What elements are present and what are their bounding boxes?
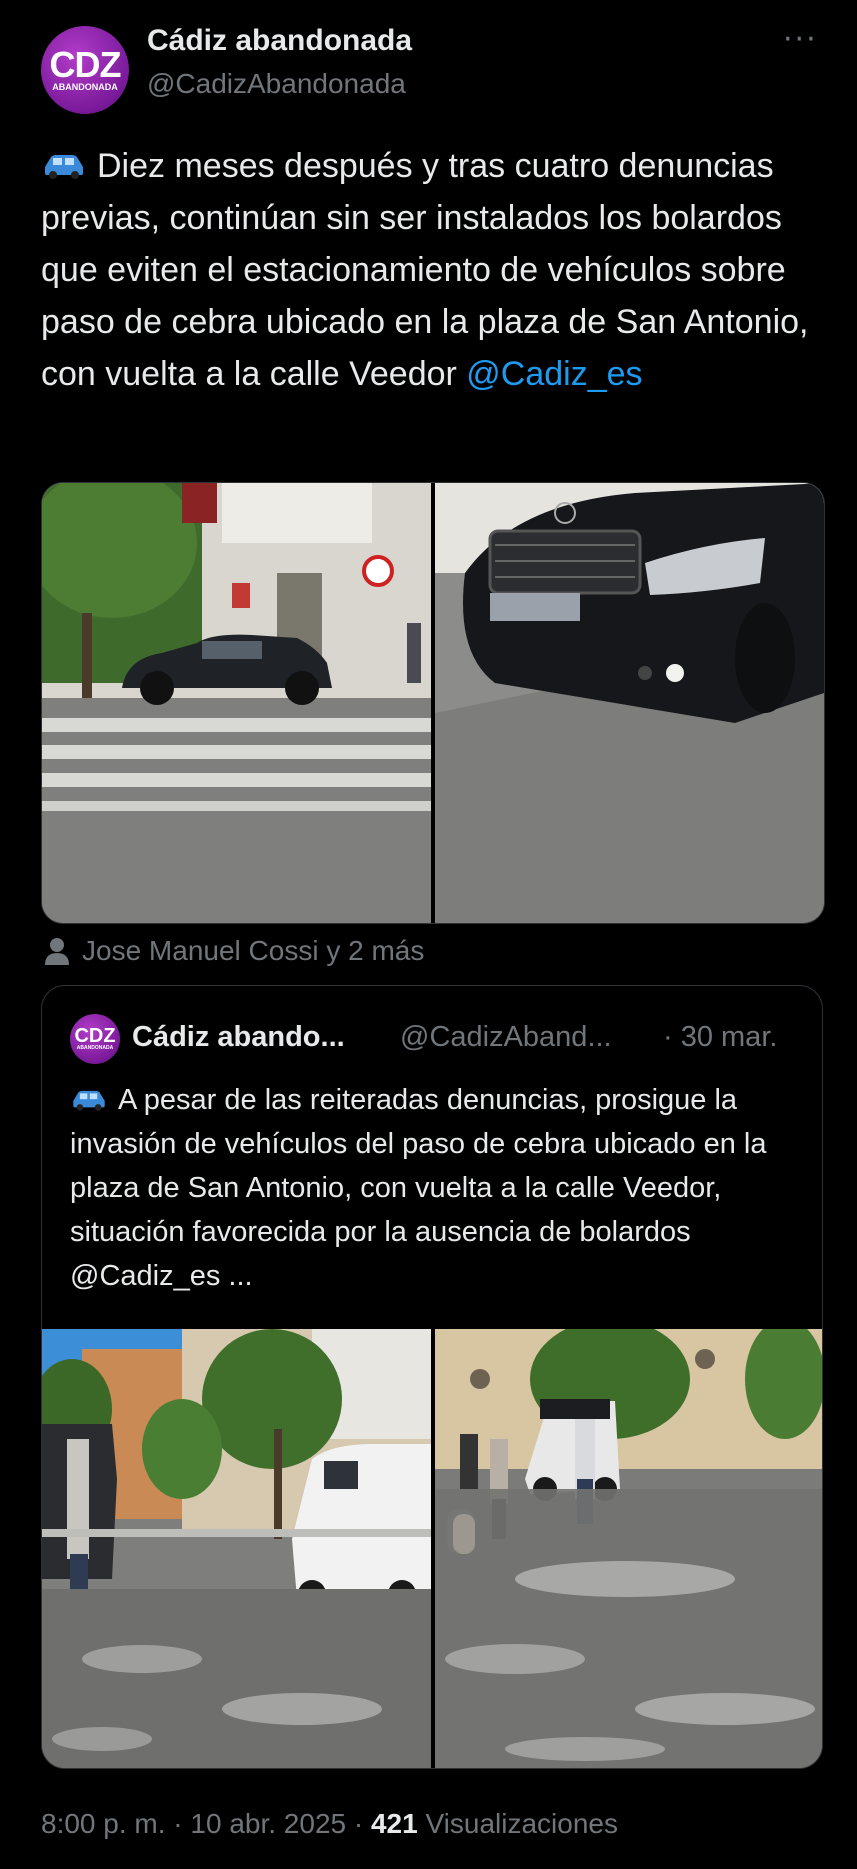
- display-name[interactable]: Cádiz abandonada: [147, 24, 412, 58]
- quoted-tweet[interactable]: CDZ ABANDONADA Cádiz abando... @CadizAba…: [41, 985, 823, 1769]
- tweet-meta: 8:00 p. m. · 10 abr. 2025 · 421 Visualiz…: [41, 1808, 618, 1840]
- photo-car-closeup[interactable]: [435, 483, 824, 923]
- tagged-users[interactable]: Jose Manuel Cossi y 2 más: [44, 935, 424, 967]
- avatar-logo-subtext: ABANDONADA: [52, 82, 118, 92]
- quote-text: A pesar de las reiteradas denuncias, pro…: [70, 1078, 810, 1298]
- quote-avatar-logo-subtext: ABANDONADA: [76, 1045, 114, 1051]
- quote-media-grid[interactable]: [42, 1329, 822, 1768]
- car-closeup-image: [435, 483, 824, 923]
- tweet-text: Diez meses después y tras cuatro denunci…: [41, 140, 821, 400]
- van-street-image: [42, 1329, 431, 1768]
- quote-handle: @CadizAband...: [400, 1021, 612, 1053]
- tweet-body: Diez meses después y tras cuatro denunci…: [41, 147, 809, 393]
- quote-display-name: Cádiz abando...: [132, 1021, 345, 1053]
- mention-link[interactable]: @Cadiz_es: [466, 355, 642, 393]
- more-options-icon[interactable]: ···: [783, 22, 818, 57]
- avatar-logo-text: CDZ: [49, 44, 122, 85]
- profile-avatar[interactable]: CDZ ABANDONADA: [41, 26, 129, 114]
- car-emoji-icon: [45, 155, 83, 179]
- photo-plaza-car[interactable]: [435, 1329, 822, 1768]
- user-handle[interactable]: @CadizAbandonada: [147, 68, 406, 100]
- quote-mention: @Cadiz_es: [70, 1260, 221, 1292]
- photo-van-street[interactable]: [42, 1329, 431, 1768]
- quote-avatar-logo-text: CDZ: [74, 1025, 116, 1047]
- quote-car-emoji-icon: [73, 1090, 105, 1111]
- quote-ellipsis: ...: [220, 1260, 253, 1292]
- views-label: Visualizaciones: [417, 1808, 618, 1839]
- quote-body: A pesar de las reiteradas denuncias, pro…: [70, 1084, 767, 1248]
- quote-avatar: CDZ ABANDONADA: [70, 1014, 120, 1064]
- tagged-users-label: Jose Manuel Cossi y 2 más: [82, 935, 425, 966]
- photo-street-car[interactable]: [42, 483, 431, 923]
- tweet-media-grid[interactable]: [41, 482, 825, 924]
- quote-date: · 30 mar.: [663, 1021, 778, 1053]
- views-count: 421: [370, 1808, 418, 1839]
- plaza-car-image: [435, 1329, 822, 1768]
- tweet-timestamp[interactable]: 8:00 p. m. · 10 abr. 2025 ·: [41, 1808, 371, 1839]
- person-icon: [45, 938, 69, 965]
- street-car-image: [42, 483, 431, 923]
